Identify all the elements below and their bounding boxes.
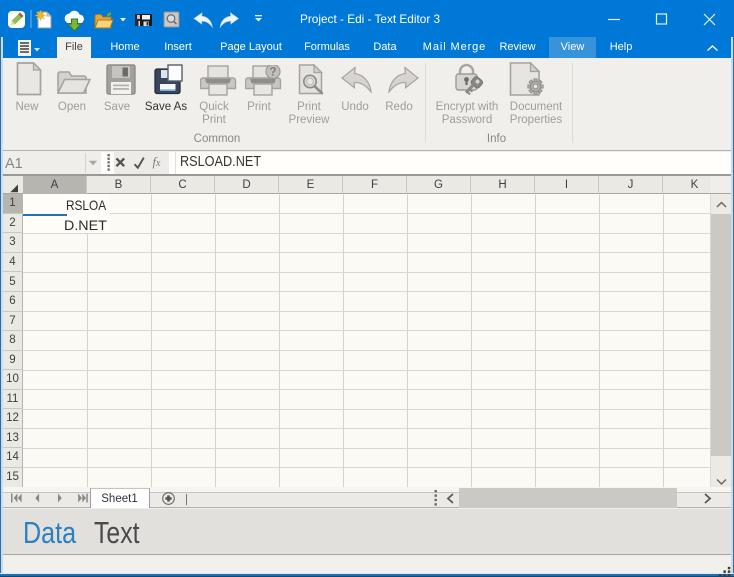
svg-text:?: ? xyxy=(269,67,276,79)
